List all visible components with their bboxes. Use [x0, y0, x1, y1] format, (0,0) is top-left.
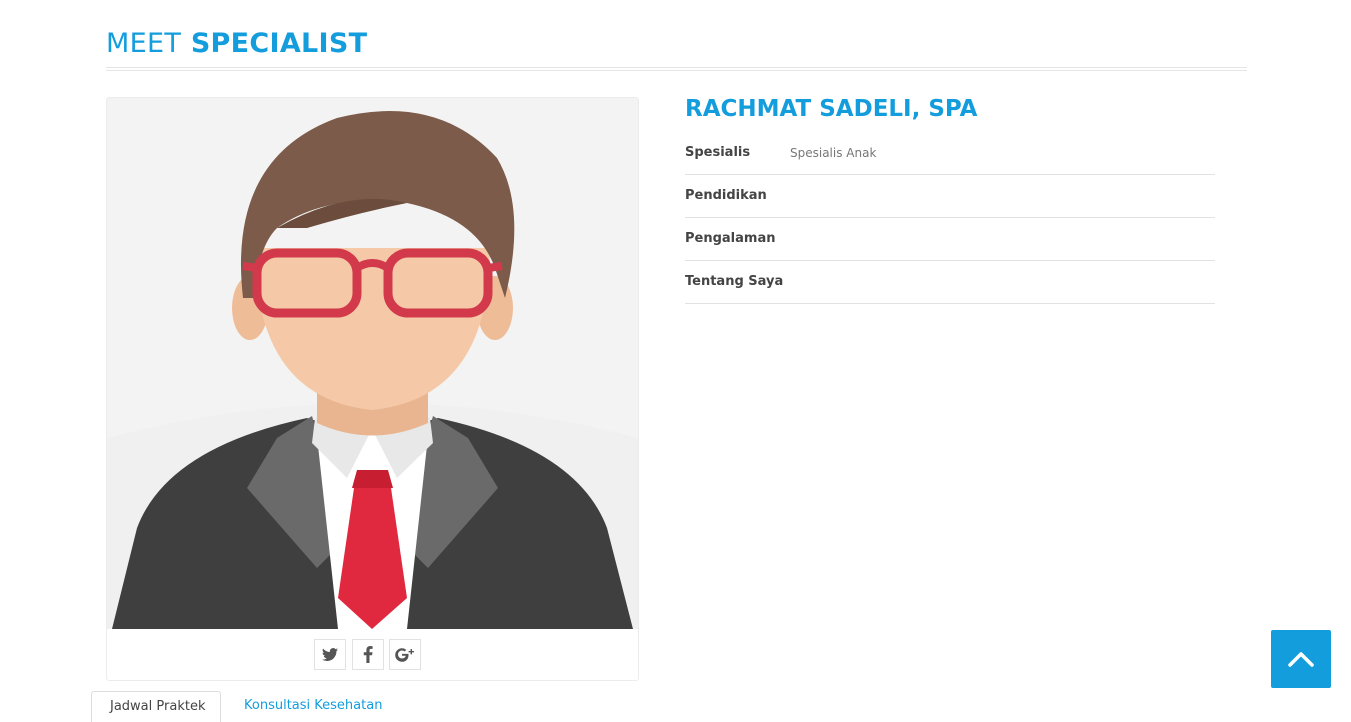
doctor-photo-card	[106, 97, 639, 681]
doctor-avatar-image	[107, 98, 638, 629]
tab-konsultasi-kesehatan[interactable]: Konsultasi Kesehatan	[244, 691, 382, 721]
detail-label: Pendidikan	[685, 188, 767, 203]
page-title: MEET SPECIALIST	[106, 26, 367, 62]
detail-row-pengalaman: Pengalaman	[685, 218, 1215, 261]
detail-label: Tentang Saya	[685, 274, 784, 289]
page-title-light: MEET	[106, 28, 182, 59]
twitter-button[interactable]	[314, 639, 346, 670]
detail-label: Pengalaman	[685, 231, 776, 246]
detail-row-spesialis: Spesialis Spesialis Anak	[685, 132, 1215, 175]
social-links	[107, 639, 638, 671]
facebook-button[interactable]	[352, 639, 384, 670]
google-plus-icon	[395, 647, 414, 662]
facebook-icon	[363, 646, 373, 663]
doctor-name: RACHMAT SADELI, SPA	[685, 96, 978, 122]
detail-row-pendidikan: Pendidikan	[685, 175, 1215, 218]
page-title-bold: SPECIALIST	[190, 28, 368, 59]
detail-label: Spesialis	[685, 145, 751, 160]
chevron-up-icon	[1288, 652, 1314, 667]
back-to-top-button[interactable]	[1271, 630, 1331, 688]
title-divider-bottom	[106, 70, 1247, 71]
twitter-icon	[322, 647, 338, 661]
google-plus-button[interactable]	[389, 639, 421, 670]
detail-row-tentang-saya: Tentang Saya	[685, 261, 1215, 304]
title-divider-top	[106, 67, 1247, 68]
tab-jadwal-praktek[interactable]: Jadwal Praktek	[91, 691, 221, 722]
detail-value: Spesialis Anak	[790, 146, 877, 160]
